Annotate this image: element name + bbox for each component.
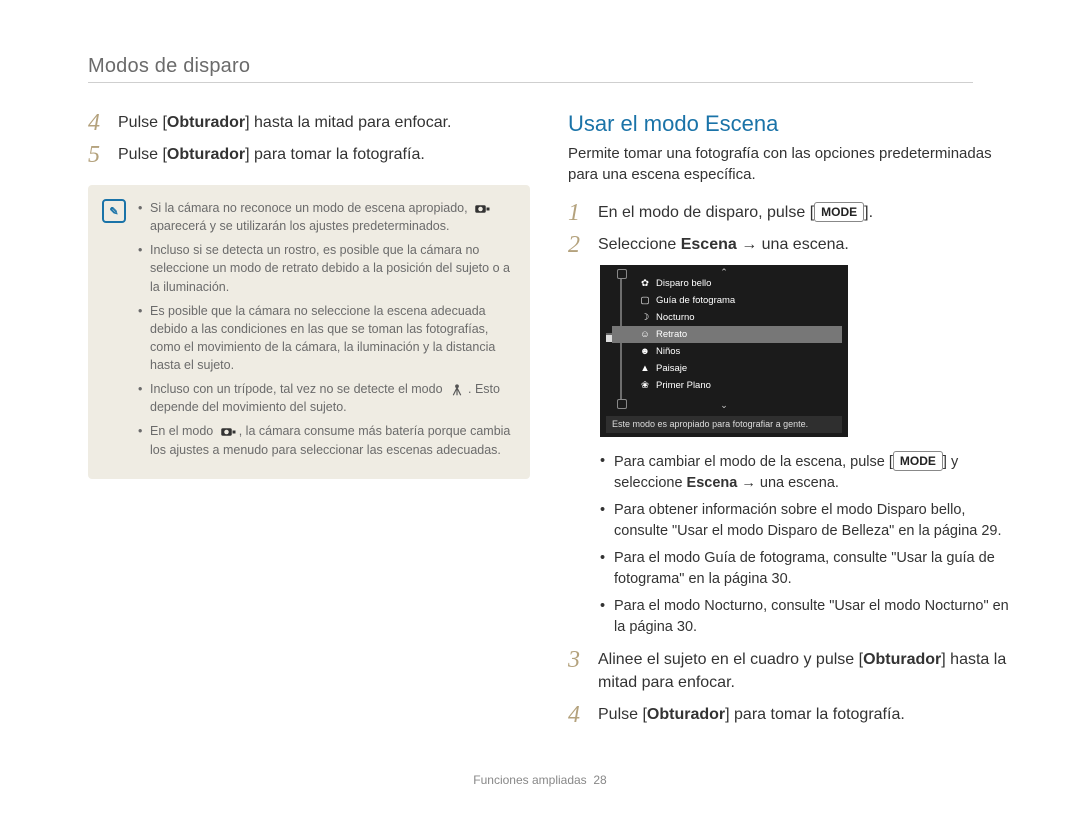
scene-icon: ☻: [640, 346, 650, 357]
step-4-right: 4 Pulse [Obturador] para tomar la fotogr…: [568, 703, 1010, 727]
note-item: Si la cámara no reconoce un modo de esce…: [138, 199, 512, 235]
step-text: Pulse [Obturador] para tomar la fotograf…: [118, 143, 425, 166]
mode-badge: MODE: [814, 202, 864, 222]
section-title: Modos de disparo: [88, 55, 973, 83]
scene-label: Primer Plano: [656, 380, 711, 391]
tripod-icon: [448, 383, 466, 397]
step-number: 1: [568, 201, 584, 225]
text: → una escena.: [737, 475, 839, 491]
scene-row: ☽ Nocturno: [612, 309, 842, 326]
smart-camera-icon: [219, 425, 237, 439]
text-bold: Obturador: [647, 706, 725, 723]
text: ] para tomar la fotografía.: [725, 706, 905, 723]
step-number: 5: [88, 143, 104, 167]
scene-row: ✿ Disparo bello: [612, 275, 842, 292]
subheading: Usar el modo Escena: [568, 111, 1010, 137]
text-bold: Obturador: [167, 114, 245, 131]
step-number: 2: [568, 233, 584, 257]
text-bold: Obturador: [167, 146, 245, 163]
text: ] hasta la mitad para enfocar.: [245, 114, 451, 131]
note-item: Incluso si se detecta un rostro, es posi…: [138, 241, 512, 295]
scene-icon: ✿: [640, 278, 650, 289]
scene-row: ❀ Primer Plano: [612, 377, 842, 394]
text: En el modo de disparo, pulse [: [598, 204, 814, 221]
two-column-layout: 4 Pulse [Obturador] hasta la mitad para …: [88, 111, 1010, 735]
text: ] para tomar la fotografía.: [245, 146, 425, 163]
step-text: Pulse [Obturador] para tomar la fotograf…: [598, 703, 905, 726]
scene-label: Nocturno: [656, 312, 695, 323]
text: Alinee el sujeto en el cuadro y pulse [: [598, 651, 863, 668]
step-text: Pulse [Obturador] hasta la mitad para en…: [118, 111, 451, 134]
left-column: 4 Pulse [Obturador] hasta la mitad para …: [88, 111, 530, 735]
scene-description: Este modo es apropiado para fotografiar …: [606, 416, 842, 433]
text: Pulse [: [118, 146, 167, 163]
scene-row: ▲ Paisaje: [612, 360, 842, 377]
scene-label: Paisaje: [656, 363, 687, 374]
mode-badge: MODE: [893, 451, 943, 471]
step-number: 3: [568, 648, 584, 672]
step-3-right: 3 Alinee el sujeto en el cuadro y pulse …: [568, 648, 1010, 694]
scene-label: Guía de fotograma: [656, 295, 735, 306]
note-list: Si la cámara no reconoce un modo de esce…: [138, 199, 512, 465]
page-footer: Funciones ampliadas 28: [0, 773, 1080, 787]
note-item: Incluso con un trípode, tal vez no se de…: [138, 380, 512, 416]
text: una escena.: [762, 236, 849, 253]
tips-list: Para cambiar el modo de la escena, pulse…: [568, 451, 1010, 638]
chevron-down-icon: ⌄: [720, 400, 728, 411]
step-2-right: 2 Seleccione Escena → una escena.: [568, 233, 1010, 257]
step-5-left: 5 Pulse [Obturador] para tomar la fotogr…: [88, 143, 530, 167]
scene-label: Disparo bello: [656, 278, 711, 289]
smart-camera-icon: [473, 202, 491, 216]
text-bold: Escena: [687, 475, 738, 491]
note-box: ✎ Si la cámara no reconoce un modo de es…: [88, 185, 530, 479]
step-1-right: 1 En el modo de disparo, pulse [MODE].: [568, 201, 1010, 225]
scene-icon: ▢: [640, 295, 650, 306]
step-text: En el modo de disparo, pulse [MODE].: [598, 201, 873, 224]
scene-icon: ❀: [640, 380, 650, 391]
step-4-left: 4 Pulse [Obturador] hasta la mitad para …: [88, 111, 530, 135]
manual-page: Modos de disparo 4 Pulse [Obturador] has…: [0, 0, 1080, 815]
text-bold: Escena: [681, 236, 737, 253]
camera-screen-mock: ⌃ ✿Disparo bello▢Guía de fotograma☽Noctu…: [600, 265, 848, 437]
step-text: Seleccione Escena → una escena.: [598, 233, 849, 256]
text: Pulse [: [598, 706, 647, 723]
text-bold: Obturador: [863, 651, 941, 668]
scene-icon: ▲: [640, 363, 650, 374]
note-item: En el modo , la cámara consume más bater…: [138, 422, 512, 458]
text: Para cambiar el modo de la escena, pulse…: [614, 454, 893, 470]
scene-row: ☺ Retrato: [612, 326, 842, 343]
right-column: Usar el modo Escena Permite tomar una fo…: [568, 111, 1010, 735]
intro-text: Permite tomar una fotografía con las opc…: [568, 143, 1010, 185]
step-number: 4: [88, 111, 104, 135]
scene-icon: ☺: [640, 329, 650, 340]
scene-label: Retrato: [656, 329, 687, 340]
tip-item: Para el modo Guía de fotograma, consulte…: [600, 548, 1010, 590]
page-number: 28: [593, 773, 606, 787]
scene-row: ☻ Niños: [612, 343, 842, 360]
note-icon: ✎: [102, 199, 126, 223]
note-item: Es posible que la cámara no seleccione l…: [138, 302, 512, 375]
scene-list: ✿ Disparo bello ▢ Guía de fotograma ☽ Nocturn…: [612, 275, 842, 394]
footer-label: Funciones ampliadas: [473, 773, 586, 787]
text: Seleccione: [598, 236, 681, 253]
arrow: →: [737, 236, 762, 253]
text: Pulse [: [118, 114, 167, 131]
scene-icon: ☽: [640, 312, 650, 323]
tip-item: Para obtener información sobre el modo D…: [600, 500, 1010, 542]
scene-row: ▢ Guía de fotograma: [612, 292, 842, 309]
scene-label: Niños: [656, 346, 680, 357]
text: ].: [864, 204, 873, 221]
step-number: 4: [568, 703, 584, 727]
step-text: Alinee el sujeto en el cuadro y pulse [O…: [598, 648, 1010, 694]
tip-item: Para cambiar el modo de la escena, pulse…: [600, 451, 1010, 494]
tip-item: Para el modo Nocturno, consulte "Usar el…: [600, 596, 1010, 638]
